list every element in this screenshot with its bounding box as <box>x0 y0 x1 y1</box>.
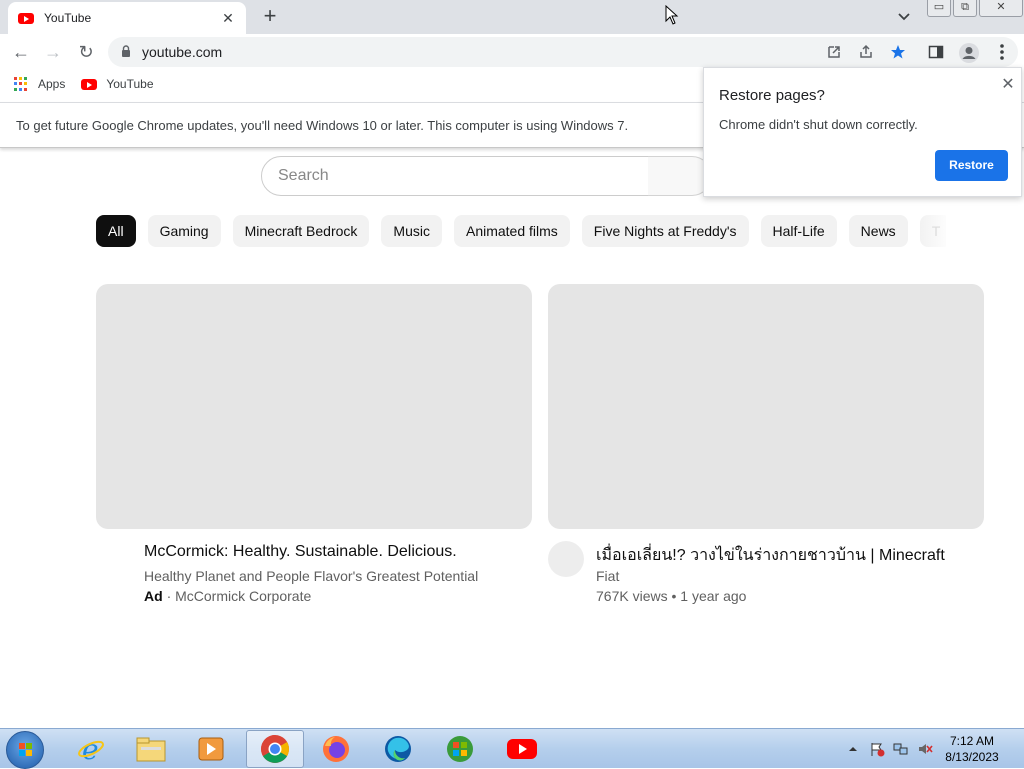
chip-half-life[interactable]: Half-Life <box>760 215 837 247</box>
new-tab-button[interactable]: + <box>259 5 281 27</box>
windows-update-icon[interactable] <box>431 730 489 768</box>
clock-time: 7:12 AM <box>949 734 995 748</box>
video-title[interactable]: McCormick: Healthy. Sustainable. Delicio… <box>144 543 457 561</box>
edge-icon[interactable] <box>369 730 427 768</box>
firefox-icon[interactable] <box>307 730 365 768</box>
chip-five-nights[interactable]: Five Nights at Freddy's <box>581 215 749 247</box>
ad-description: Healthy Planet and People Flavor's Great… <box>144 568 479 584</box>
restore-pages-dialog: Restore pages? Chrome didn't shut down c… <box>703 67 1022 197</box>
open-in-app-icon[interactable] <box>825 43 843 61</box>
windows-taskbar: e 7:12 AM 8/13/2023 <box>0 728 1024 769</box>
dialog-message: Chrome didn't shut down correctly. <box>719 117 918 132</box>
chip-minecraft-bedrock[interactable]: Minecraft Bedrock <box>232 215 370 247</box>
tab-youtube[interactable]: YouTube ✕ <box>8 2 246 34</box>
chrome-icon[interactable] <box>246 730 304 768</box>
youtube-icon <box>81 78 98 90</box>
action-center-flag-icon[interactable] <box>869 741 885 757</box>
profile-avatar-icon[interactable] <box>958 42 980 64</box>
tab-close-icon[interactable]: ✕ <box>220 10 236 27</box>
apps-grid-icon <box>14 77 28 91</box>
video-thumbnail[interactable] <box>96 284 532 529</box>
share-icon[interactable] <box>857 43 875 61</box>
lock-icon[interactable] <box>121 45 131 57</box>
chip-music[interactable]: Music <box>381 215 442 247</box>
bookmark-apps[interactable]: Apps <box>14 77 65 91</box>
search-input[interactable]: Search <box>261 156 649 196</box>
infobar-message: To get future Google Chrome updates, you… <box>16 118 629 133</box>
media-player-icon[interactable] <box>182 730 240 768</box>
start-button[interactable] <box>6 731 44 769</box>
video-title[interactable]: เมื่อเอเลี่ยน!? วางไข่ในร่างกายชาวบ้าน |… <box>596 543 945 568</box>
channel-name[interactable]: · McCormick Corporate <box>167 588 312 604</box>
side-panel-icon[interactable] <box>928 44 944 60</box>
search-placeholder: Search <box>278 167 329 184</box>
windows-logo-icon <box>19 743 33 757</box>
chip-animated-films[interactable]: Animated films <box>453 215 570 247</box>
clock-date: 8/13/2023 <box>945 750 999 764</box>
youtube-app-icon[interactable] <box>493 730 551 768</box>
bookmark-youtube[interactable]: YouTube <box>81 77 154 91</box>
url-text[interactable]: youtube.com <box>142 44 222 60</box>
back-button[interactable]: ← <box>11 42 31 62</box>
tab-search-chevron-icon[interactable] <box>896 8 912 24</box>
show-hidden-icons-icon[interactable] <box>845 741 861 757</box>
window-controls: ▭ ⧉ ✕ <box>927 0 1024 17</box>
system-clock[interactable]: 7:12 AM 8/13/2023 <box>940 733 1004 765</box>
dialog-close-icon[interactable]: ✕ <box>1000 74 1016 94</box>
restore-window-button[interactable]: ⧉ <box>953 0 977 17</box>
youtube-favicon-icon <box>18 12 34 24</box>
bookmark-label: YouTube <box>106 77 154 91</box>
internet-explorer-icon[interactable]: e <box>62 730 120 768</box>
close-window-button[interactable]: ✕ <box>979 0 1023 17</box>
minimize-button[interactable]: ▭ <box>927 0 951 17</box>
ad-badge: Ad <box>144 588 163 604</box>
system-tray <box>845 729 941 769</box>
chip-gaming[interactable]: Gaming <box>147 215 221 247</box>
dialog-title: Restore pages? <box>719 87 825 104</box>
network-icon[interactable] <box>893 741 909 757</box>
address-bar[interactable]: youtube.com <box>108 37 1018 67</box>
reload-button[interactable]: ↻ <box>76 42 96 62</box>
file-explorer-icon[interactable] <box>122 730 180 768</box>
video-thumbnail[interactable] <box>548 284 984 529</box>
volume-muted-icon[interactable] <box>917 741 933 757</box>
forward-button[interactable]: → <box>43 42 63 62</box>
svg-text:e: e <box>82 734 99 764</box>
category-chips: All Gaming Minecraft Bedrock Music Anima… <box>96 215 946 247</box>
chip-overflow[interactable]: T <box>919 215 946 247</box>
bookmark-label: Apps <box>38 77 66 91</box>
menu-kebab-icon[interactable] <box>993 42 1011 62</box>
tab-title: YouTube <box>44 11 92 25</box>
tab-strip: YouTube ✕ + ▭ ⧉ ✕ <box>0 0 1024 34</box>
bookmark-star-icon[interactable] <box>889 43 907 61</box>
channel-avatar[interactable] <box>548 541 584 577</box>
chip-news[interactable]: News <box>848 215 908 247</box>
browser-toolbar: ← → ↻ youtube.com <box>0 34 1024 70</box>
chip-all[interactable]: All <box>96 215 136 247</box>
channel-name[interactable]: Fiat <box>596 568 619 584</box>
mouse-cursor-icon <box>665 5 679 25</box>
video-stats: 767K views • 1 year ago <box>596 588 747 604</box>
restore-button[interactable]: Restore <box>935 150 1008 181</box>
ad-channel-line: Ad · McCormick Corporate <box>144 588 311 604</box>
